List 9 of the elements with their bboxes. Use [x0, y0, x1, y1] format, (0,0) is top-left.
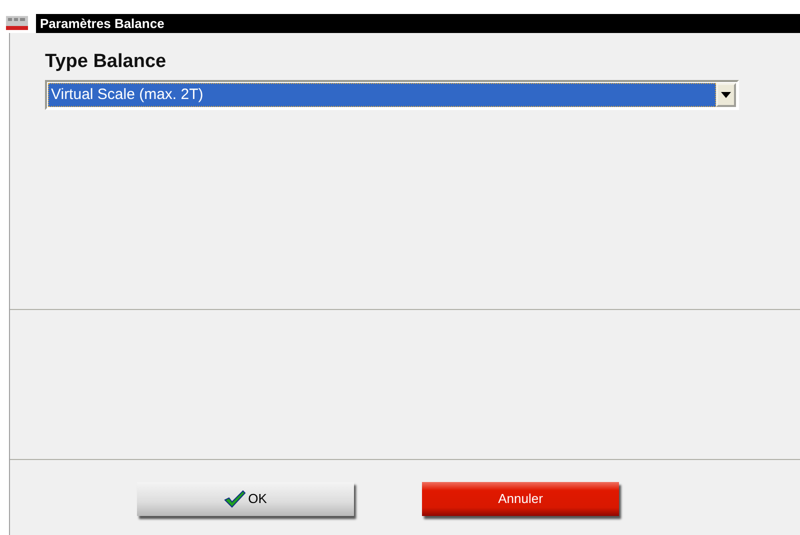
caret-icon — [721, 92, 731, 98]
cancel-button[interactable]: Annuler — [422, 482, 619, 516]
window-title: Paramètres Balance — [36, 14, 800, 33]
scale-type-dropdown[interactable]: Virtual Scale (max. 2T) — [45, 80, 739, 110]
app-icon — [5, 15, 29, 31]
dropdown-button[interactable] — [716, 83, 736, 107]
field-label: Type Balance — [45, 50, 168, 74]
ok-button[interactable]: OK — [137, 482, 354, 516]
checkmark-icon — [224, 490, 246, 508]
